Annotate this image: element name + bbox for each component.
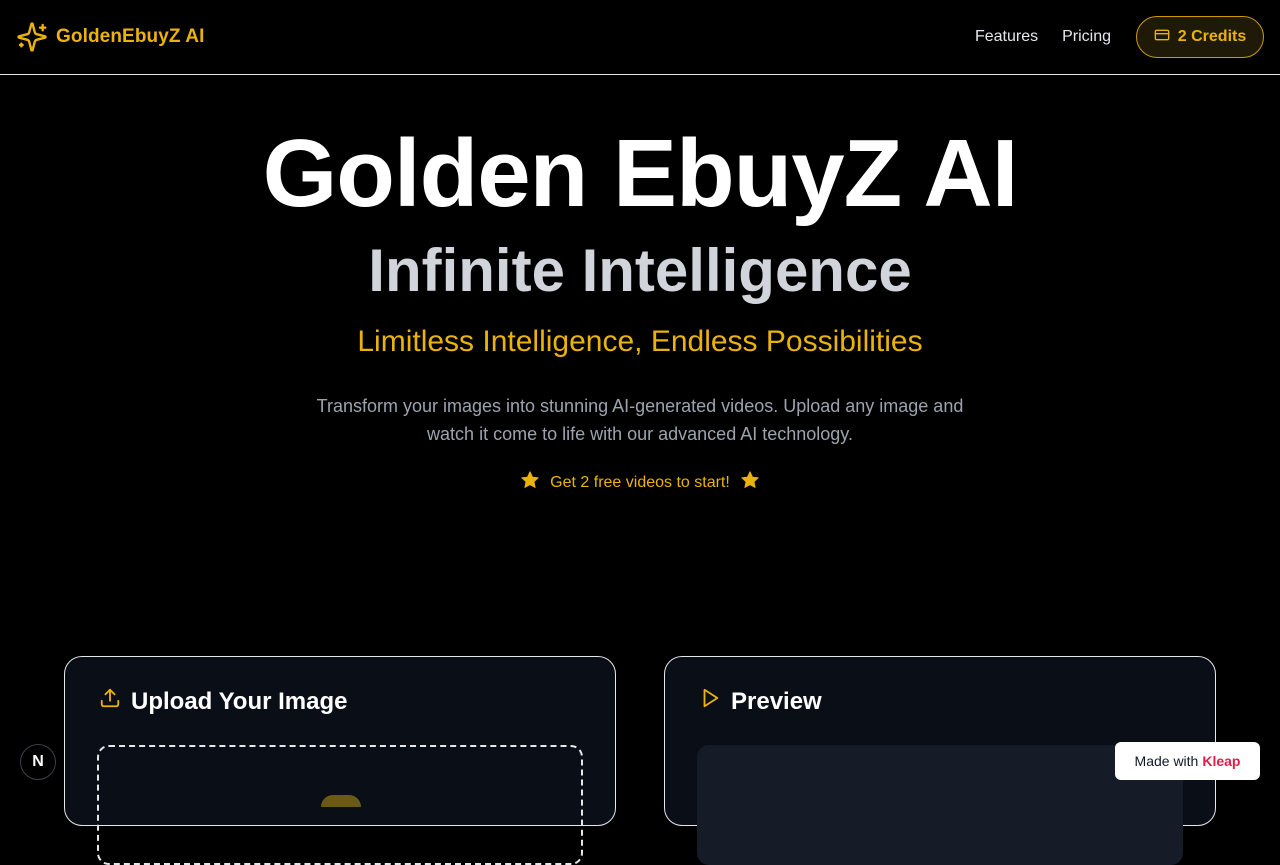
hero-description-line-2: watch it come to life with our advanced … [427, 424, 853, 444]
hero-description: Transform your images into stunning AI-g… [300, 392, 980, 448]
nav-link-features[interactable]: Features [975, 28, 1038, 46]
next-dev-badge[interactable]: N [20, 744, 56, 780]
preview-card-header: Preview [699, 687, 822, 716]
hero-description-line-1: Transform your images into stunning AI-g… [316, 396, 964, 416]
nav-menu: Features Pricing 2 Credits [975, 16, 1264, 58]
hero-tagline: Limitless Intelligence, Endless Possibil… [357, 325, 923, 358]
made-with-kleap-badge[interactable]: Made with Kleap [1115, 742, 1260, 780]
sparkles-icon [16, 21, 48, 53]
brand-logo-link[interactable]: GoldenEbuyZ AI [16, 21, 204, 53]
video-preview-area [697, 745, 1183, 865]
free-videos-promo: Get 2 free videos to start! [0, 470, 1280, 495]
credits-button[interactable]: 2 Credits [1136, 16, 1264, 58]
credit-card-icon [1154, 27, 1170, 48]
upload-card: Upload Your Image [64, 656, 616, 865]
made-with-prefix: Made with [1134, 753, 1199, 769]
upload-card-title: Upload Your Image [131, 687, 348, 715]
nav-link-pricing[interactable]: Pricing [1062, 28, 1111, 46]
preview-card: Preview [664, 656, 1216, 865]
star-icon [740, 470, 760, 495]
hero-title: Golden EbuyZ AI [262, 120, 1019, 227]
credits-label: 2 Credits [1177, 28, 1247, 45]
upload-card-header: Upload Your Image [99, 687, 347, 716]
star-icon [520, 470, 540, 495]
upload-icon [99, 687, 121, 716]
brand-name: GoldenEbuyZ AI [56, 26, 205, 47]
play-icon [699, 687, 721, 716]
top-navbar: GoldenEbuyZ AI Features Pricing 2 Credit… [0, 0, 1280, 75]
kleap-brand: Kleap [1202, 753, 1241, 769]
promo-text: Get 2 free videos to start! [550, 473, 730, 491]
preview-card-title: Preview [731, 687, 822, 715]
hero-subtitle: Infinite Intelligence [368, 237, 912, 304]
upload-placeholder-icon [321, 795, 361, 807]
image-dropzone[interactable] [97, 745, 583, 865]
